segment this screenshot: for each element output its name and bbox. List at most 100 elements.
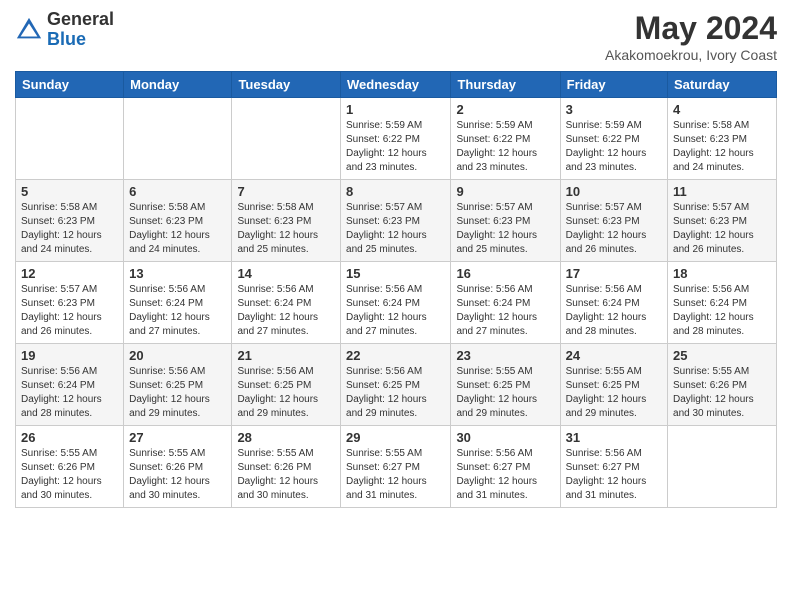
day-info: Sunrise: 5:56 AM Sunset: 6:24 PM Dayligh… [456,283,554,339]
day-number: 16 [456,266,554,281]
day-number: 30 [456,430,554,445]
day-info: Sunrise: 5:56 AM Sunset: 6:24 PM Dayligh… [129,283,226,339]
day-info: Sunrise: 5:59 AM Sunset: 6:22 PM Dayligh… [566,119,662,175]
day-number: 1 [346,102,445,117]
day-info: Sunrise: 5:57 AM Sunset: 6:23 PM Dayligh… [673,201,771,257]
calendar-cell: 6 Sunrise: 5:58 AM Sunset: 6:23 PM Daylig… [124,180,232,262]
day-number: 20 [129,348,226,363]
day-info: Sunrise: 5:57 AM Sunset: 6:23 PM Dayligh… [346,201,445,257]
day-info: Sunrise: 5:56 AM Sunset: 6:24 PM Dayligh… [346,283,445,339]
calendar-cell: 15 Sunrise: 5:56 AM Sunset: 6:24 PM Dayli… [341,262,451,344]
day-info: Sunrise: 5:58 AM Sunset: 6:23 PM Dayligh… [237,201,335,257]
calendar-cell: 30 Sunrise: 5:56 AM Sunset: 6:27 PM Dayli… [451,426,560,508]
day-info: Sunrise: 5:58 AM Sunset: 6:23 PM Dayligh… [673,119,771,175]
day-info: Sunrise: 5:57 AM Sunset: 6:23 PM Dayligh… [456,201,554,257]
calendar-cell: 31 Sunrise: 5:56 AM Sunset: 6:27 PM Dayli… [560,426,667,508]
day-info: Sunrise: 5:59 AM Sunset: 6:22 PM Dayligh… [346,119,445,175]
calendar-cell: 14Sunrise: 5:56 AM Sunset: 6:24 PM Dayli… [232,262,341,344]
calendar-cell: 10Sunrise: 5:57 AM Sunset: 6:23 PM Dayli… [560,180,667,262]
logo-text: General Blue [47,10,114,50]
day-number: 10 [566,184,662,199]
day-number: 22 [346,348,445,363]
day-header-tuesday: Tuesday [232,72,341,98]
calendar-cell: 3 Sunrise: 5:59 AM Sunset: 6:22 PM Daylig… [560,98,667,180]
day-number: 23 [456,348,554,363]
day-number: 28 [237,430,335,445]
header: General Blue May 2024 Akakomoekrou, Ivor… [15,10,777,63]
calendar-cell: 27 Sunrise: 5:55 AM Sunset: 6:26 PM Dayli… [124,426,232,508]
day-number: 29 [346,430,445,445]
day-info: Sunrise: 5:56 AM Sunset: 6:24 PM Dayligh… [21,365,118,421]
day-number: 12 [21,266,118,281]
page-container: General Blue May 2024 Akakomoekrou, Ivor… [0,0,792,518]
calendar-table: SundayMondayTuesdayWednesdayThursdayFrid… [15,71,777,508]
day-info: Sunrise: 5:55 AM Sunset: 6:27 PM Dayligh… [346,447,445,503]
day-number: 6 [129,184,226,199]
day-info: Sunrise: 5:58 AM Sunset: 6:23 PM Dayligh… [21,201,118,257]
day-number: 4 [673,102,771,117]
calendar-week-2: 5 Sunrise: 5:58 AM Sunset: 6:23 PM Daylig… [16,180,777,262]
day-info: Sunrise: 5:55 AM Sunset: 6:26 PM Dayligh… [237,447,335,503]
day-number: 15 [346,266,445,281]
logo-blue: Blue [47,29,86,49]
day-number: 24 [566,348,662,363]
calendar-cell: 12 Sunrise: 5:57 AM Sunset: 6:23 PM Dayli… [16,262,124,344]
day-info: Sunrise: 5:56 AM Sunset: 6:24 PM Dayligh… [237,283,335,339]
month-year: May 2024 [605,10,777,47]
day-header-friday: Friday [560,72,667,98]
logo-icon [15,16,43,44]
day-header-monday: Monday [124,72,232,98]
title-block: May 2024 Akakomoekrou, Ivory Coast [605,10,777,63]
calendar-header-row: SundayMondayTuesdayWednesdayThursdayFrid… [16,72,777,98]
day-number: 3 [566,102,662,117]
day-info: Sunrise: 5:56 AM Sunset: 6:27 PM Dayligh… [456,447,554,503]
day-number: 2 [456,102,554,117]
calendar-cell: 17Sunrise: 5:56 AM Sunset: 6:24 PM Dayli… [560,262,667,344]
day-header-saturday: Saturday [668,72,777,98]
day-number: 13 [129,266,226,281]
day-number: 5 [21,184,118,199]
calendar-cell [232,98,341,180]
day-info: Sunrise: 5:58 AM Sunset: 6:23 PM Dayligh… [129,201,226,257]
calendar-cell: 16 Sunrise: 5:56 AM Sunset: 6:24 PM Dayli… [451,262,560,344]
day-info: Sunrise: 5:55 AM Sunset: 6:26 PM Dayligh… [129,447,226,503]
day-number: 31 [566,430,662,445]
day-info: Sunrise: 5:56 AM Sunset: 6:25 PM Dayligh… [129,365,226,421]
day-info: Sunrise: 5:56 AM Sunset: 6:24 PM Dayligh… [673,283,771,339]
logo-general: General [47,9,114,29]
calendar-cell [124,98,232,180]
calendar-week-1: 1 Sunrise: 5:59 AM Sunset: 6:22 PM Daylig… [16,98,777,180]
day-number: 26 [21,430,118,445]
day-number: 27 [129,430,226,445]
day-number: 11 [673,184,771,199]
day-number: 9 [456,184,554,199]
calendar-cell: 29 Sunrise: 5:55 AM Sunset: 6:27 PM Dayli… [341,426,451,508]
calendar-week-4: 19Sunrise: 5:56 AM Sunset: 6:24 PM Dayli… [16,344,777,426]
calendar-cell: 8 Sunrise: 5:57 AM Sunset: 6:23 PM Daylig… [341,180,451,262]
calendar-cell: 13 Sunrise: 5:56 AM Sunset: 6:24 PM Dayli… [124,262,232,344]
calendar-cell: 19Sunrise: 5:56 AM Sunset: 6:24 PM Dayli… [16,344,124,426]
day-header-wednesday: Wednesday [341,72,451,98]
day-header-thursday: Thursday [451,72,560,98]
day-info: Sunrise: 5:56 AM Sunset: 6:24 PM Dayligh… [566,283,662,339]
day-info: Sunrise: 5:55 AM Sunset: 6:25 PM Dayligh… [566,365,662,421]
calendar-cell [16,98,124,180]
day-number: 21 [237,348,335,363]
calendar-cell [668,426,777,508]
calendar-cell: 11 Sunrise: 5:57 AM Sunset: 6:23 PM Dayli… [668,180,777,262]
calendar-cell: 1 Sunrise: 5:59 AM Sunset: 6:22 PM Daylig… [341,98,451,180]
calendar-cell: 2 Sunrise: 5:59 AM Sunset: 6:22 PM Daylig… [451,98,560,180]
day-info: Sunrise: 5:55 AM Sunset: 6:25 PM Dayligh… [456,365,554,421]
day-info: Sunrise: 5:57 AM Sunset: 6:23 PM Dayligh… [21,283,118,339]
day-info: Sunrise: 5:56 AM Sunset: 6:27 PM Dayligh… [566,447,662,503]
day-info: Sunrise: 5:59 AM Sunset: 6:22 PM Dayligh… [456,119,554,175]
logo: General Blue [15,10,114,50]
day-number: 8 [346,184,445,199]
calendar-cell: 22Sunrise: 5:56 AM Sunset: 6:25 PM Dayli… [341,344,451,426]
calendar-cell: 9 Sunrise: 5:57 AM Sunset: 6:23 PM Daylig… [451,180,560,262]
calendar-cell: 5 Sunrise: 5:58 AM Sunset: 6:23 PM Daylig… [16,180,124,262]
calendar-cell: 25Sunrise: 5:55 AM Sunset: 6:26 PM Dayli… [668,344,777,426]
calendar-cell: 24 Sunrise: 5:55 AM Sunset: 6:25 PM Dayli… [560,344,667,426]
location: Akakomoekrou, Ivory Coast [605,47,777,63]
calendar-cell: 23 Sunrise: 5:55 AM Sunset: 6:25 PM Dayli… [451,344,560,426]
